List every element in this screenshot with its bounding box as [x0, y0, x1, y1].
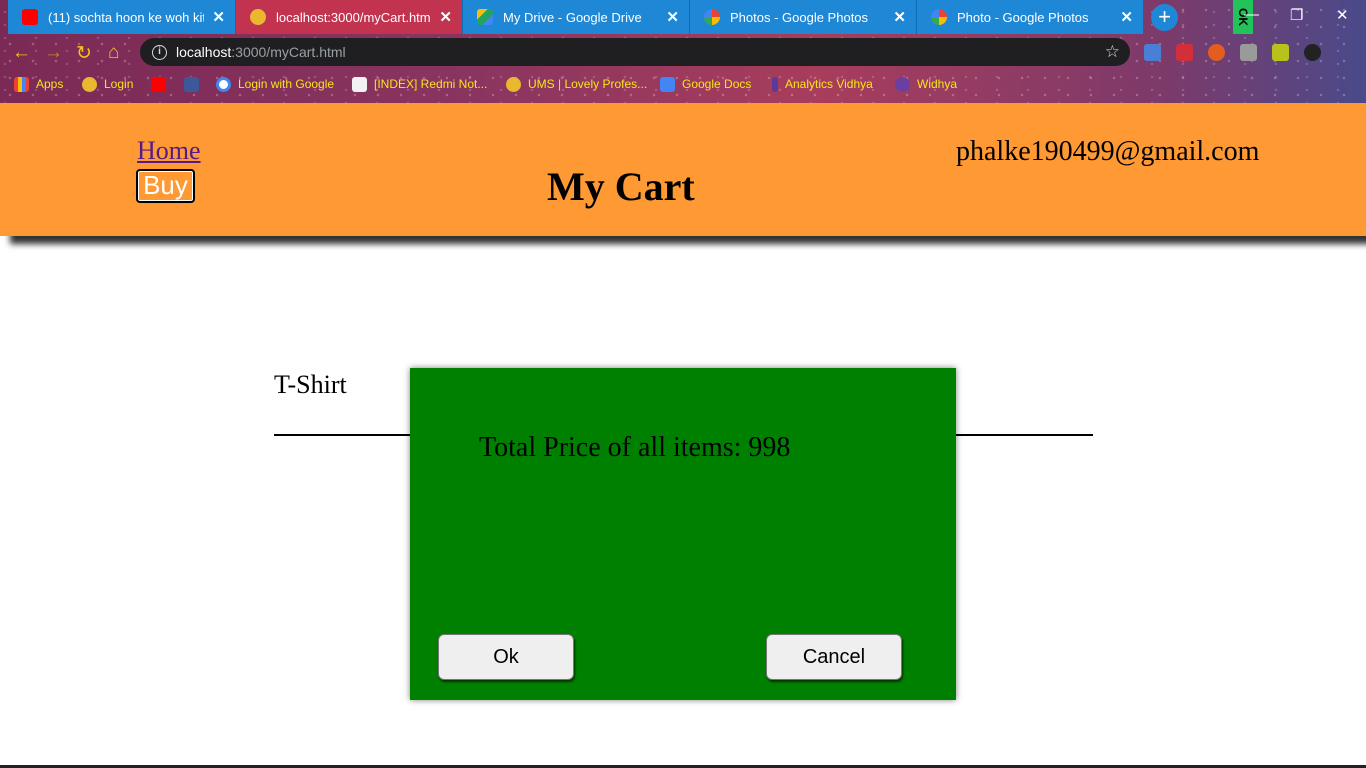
bookmark-login[interactable]: Login — [82, 72, 133, 96]
google-drive-icon — [477, 9, 493, 25]
google-photos-icon — [704, 9, 720, 25]
page-title: My Cart — [547, 164, 695, 209]
translate-extension-icon[interactable] — [1144, 44, 1161, 61]
home-link[interactable]: Home — [137, 136, 201, 166]
tab-mycart[interactable]: localhost:3000/myCart.html ✕ — [236, 0, 463, 34]
forward-icon[interactable]: → — [44, 42, 63, 64]
bookmark-label: [INDEX] Redmi Not... — [374, 77, 488, 91]
bookmark-analytics-vidhya[interactable]: Analytics Vidhya — [772, 72, 873, 96]
bookmark-label: Analytics Vidhya — [785, 77, 873, 91]
new-tab-button[interactable]: + — [1151, 4, 1178, 31]
address-host: localhost — [176, 44, 232, 60]
video-extension-icon[interactable] — [1176, 44, 1193, 61]
close-icon[interactable]: ✕ — [893, 8, 906, 26]
apps-grid-icon — [14, 76, 29, 92]
bookmark-label: Widhya — [917, 77, 958, 91]
close-icon[interactable]: ✕ — [212, 8, 225, 26]
bookmark-label: Google Docs — [682, 77, 752, 91]
bookmark-label: UMS | Lovely Profes... — [528, 77, 648, 91]
bookmark-label: Login with Google — [238, 77, 335, 91]
youtube-icon — [22, 9, 38, 25]
site-header: Home Buy My Cart phalke190499@gmail.com — [0, 103, 1366, 236]
bookmark-facebook[interactable] — [184, 72, 206, 96]
tab-title: (11) sochta hoon ke woh kitne — [48, 9, 205, 25]
google-photos-icon — [931, 9, 947, 25]
tab-youtube[interactable]: (11) sochta hoon ke woh kitne ✕ — [8, 0, 236, 34]
user-email: phalke190499@gmail.com — [956, 136, 1260, 167]
total-price-dialog: Total Price of all items: 998 Ok Cancel — [410, 368, 956, 700]
globe-icon — [506, 76, 521, 92]
bookmark-youtube[interactable] — [151, 72, 173, 96]
back-icon[interactable]: ← — [12, 42, 31, 64]
tab-strip: (11) sochta hoon ke woh kitne ✕ localhos… — [0, 0, 1366, 34]
bookmark-widhya[interactable]: Widhya — [895, 72, 957, 96]
bookmark-label: Login — [104, 77, 134, 91]
tab-title: My Drive - Google Drive — [503, 9, 642, 25]
widhya-icon — [895, 76, 910, 92]
close-icon[interactable]: ✕ — [666, 8, 679, 26]
browser-chrome: (11) sochta hoon ke woh kitne ✕ localhos… — [0, 0, 1366, 103]
bookmark-redmi[interactable]: [INDEX] Redmi Not... — [352, 72, 487, 96]
copy-extension-icon[interactable] — [1240, 44, 1257, 61]
tab-title: Photos - Google Photos — [730, 9, 869, 25]
restore-icon[interactable]: ❐ — [1290, 6, 1303, 24]
extension-icon[interactable] — [1208, 44, 1225, 61]
tab-google-drive[interactable]: My Drive - Google Drive ✕ — [463, 0, 690, 34]
xda-icon — [352, 76, 367, 92]
bookmark-star-icon[interactable]: ☆ — [1105, 42, 1120, 62]
youtube-icon — [151, 76, 166, 92]
ok-button[interactable]: Ok — [438, 634, 574, 680]
close-icon[interactable]: ✕ — [1120, 8, 1133, 26]
profile-avatar-icon[interactable] — [1304, 44, 1321, 61]
address-path: :3000/myCart.html — [231, 44, 346, 60]
tab-title: Photo - Google Photos — [957, 9, 1089, 25]
cart-item-name: T-Shirt — [274, 370, 347, 399]
facebook-icon — [184, 76, 199, 92]
google-icon — [216, 76, 231, 92]
reload-icon[interactable]: ↻ — [76, 42, 92, 65]
globe-icon — [250, 9, 266, 25]
analytics-vidhya-icon — [772, 76, 778, 92]
google-docs-icon — [660, 76, 675, 92]
close-window-icon[interactable]: ✕ — [1336, 6, 1349, 24]
home-icon[interactable]: ⌂ — [108, 42, 119, 64]
cancel-button[interactable]: Cancel — [766, 634, 902, 680]
bookmark-label: Apps — [36, 77, 64, 91]
bookmark-google-docs[interactable]: Google Docs — [660, 72, 751, 96]
minimize-icon[interactable]: — — [1244, 6, 1259, 23]
puzzle-icon[interactable] — [1272, 44, 1289, 61]
buy-button[interactable]: Buy — [136, 169, 195, 203]
globe-icon — [82, 76, 97, 92]
close-icon[interactable]: ✕ — [439, 8, 452, 26]
bookmark-apps[interactable]: Apps — [14, 72, 63, 96]
bookmarks-bar: Apps Login Login with Google [INDEX] Red… — [0, 72, 1366, 96]
tab-title: localhost:3000/myCart.html — [276, 9, 432, 25]
bookmark-ums[interactable]: UMS | Lovely Profes... — [506, 72, 647, 96]
info-icon[interactable]: i — [152, 44, 167, 60]
bookmark-login-google[interactable]: Login with Google — [216, 72, 334, 96]
address-bar[interactable]: i localhost :3000/myCart.html ☆ — [140, 38, 1130, 66]
tab-google-photo[interactable]: Photo - Google Photos ✕ — [917, 0, 1144, 34]
total-price-message: Total Price of all items: 998 — [479, 432, 791, 463]
tab-google-photos[interactable]: Photos - Google Photos ✕ — [690, 0, 917, 34]
